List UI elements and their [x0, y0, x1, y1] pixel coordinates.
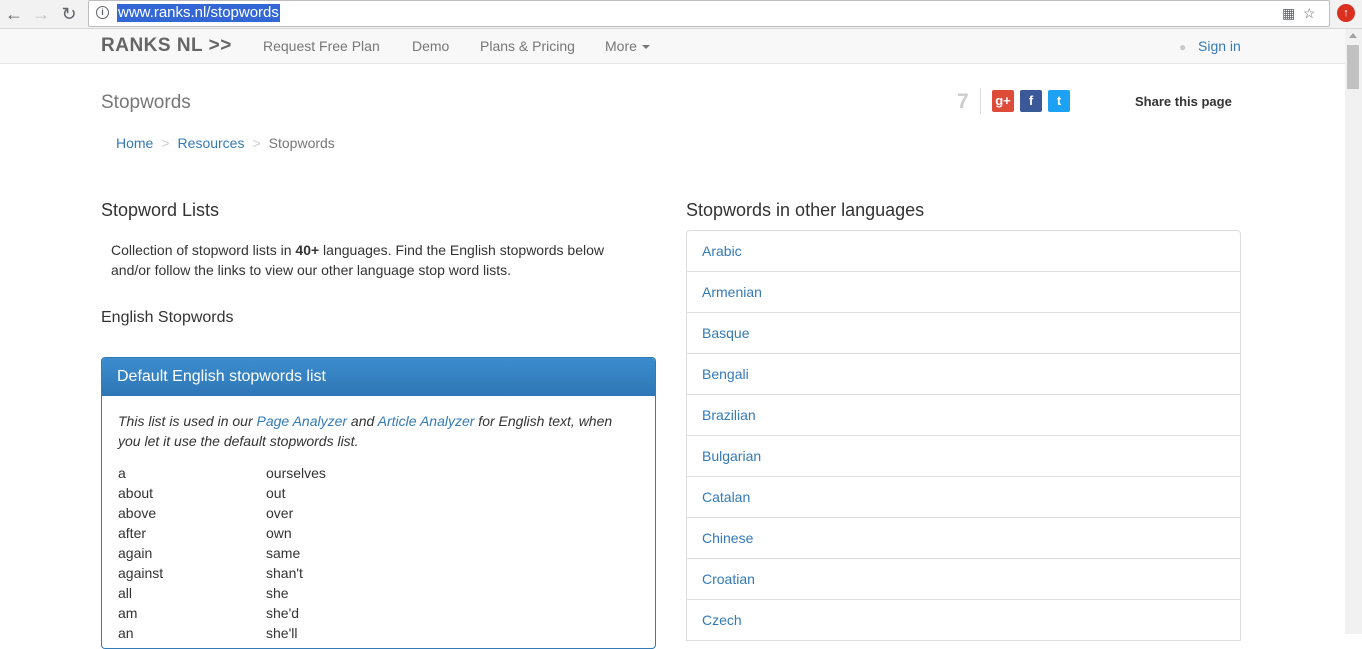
language-link[interactable]: Bengali: [687, 354, 1240, 395]
site-logo[interactable]: RANKS NL >>: [101, 35, 232, 57]
scroll-up-icon[interactable]: [1349, 33, 1357, 38]
language-link[interactable]: Bulgarian: [687, 436, 1240, 477]
breadcrumb-separator: >: [252, 135, 261, 151]
reload-icon[interactable]: ↻: [58, 3, 80, 25]
stopword-item: against: [118, 565, 164, 581]
stopword-lists-heading: Stopword Lists: [101, 200, 220, 220]
language-link[interactable]: Brazilian: [687, 395, 1240, 436]
nav-more-label: More: [605, 38, 637, 54]
stopword-item: out: [266, 485, 286, 501]
stopword-item: after: [118, 525, 147, 541]
panel-note: This list is used in our Page Analyzer a…: [118, 411, 618, 451]
stopwords-column-2: ourselves out over own same shan't she she'd she…: [266, 463, 416, 643]
caret-down-icon: [641, 45, 650, 50]
nav-request-free-plan[interactable]: Request Free Plan: [263, 38, 380, 54]
panel-title: Default English stopwords list: [102, 358, 655, 396]
url-text[interactable]: www.ranks.nl/stopwords: [117, 4, 280, 22]
translate-icon[interactable]: ▦: [1282, 5, 1295, 22]
stopword-item: am: [118, 605, 138, 621]
user-icon: ●: [1179, 40, 1187, 54]
language-link[interactable]: Czech: [687, 600, 1240, 641]
breadcrumb: Home > Resources > Stopwords: [116, 135, 335, 151]
nav-plans-pricing[interactable]: Plans & Pricing: [480, 38, 575, 54]
vertical-scrollbar[interactable]: [1345, 29, 1362, 634]
stopwords-column-1: a about above after again against all am an: [118, 463, 268, 643]
share-count: 7: [957, 90, 969, 113]
intro-language-count: 40+: [295, 242, 320, 258]
intro-text-part: Collection of stopword lists in: [111, 242, 296, 258]
language-list: Arabic Armenian Basque Bengali Brazilian Bulg…: [686, 230, 1241, 641]
stopword-item: ourselves: [266, 465, 326, 481]
share-this-page-label: Share this page: [1135, 94, 1232, 109]
language-link[interactable]: Chinese: [687, 518, 1240, 559]
stopword-item: own: [266, 525, 292, 541]
page-analyzer-link[interactable]: Page Analyzer: [257, 413, 348, 429]
sign-in-link[interactable]: Sign in: [1198, 38, 1241, 54]
stopword-item: an: [118, 625, 134, 641]
info-icon[interactable]: i: [96, 6, 109, 19]
browser-toolbar: ← → ↻ i www.ranks.nl/stopwords ▦ ☆ ↑: [0, 0, 1362, 29]
address-bar[interactable]: i www.ranks.nl/stopwords ▦ ☆: [88, 0, 1330, 27]
extension-icon[interactable]: ↑: [1337, 4, 1355, 22]
note-text: and: [347, 413, 378, 429]
page-title: Stopwords: [101, 92, 191, 113]
stopword-item: shan't: [266, 565, 303, 581]
star-icon[interactable]: ☆: [1303, 5, 1316, 22]
language-link[interactable]: Armenian: [687, 272, 1240, 313]
stopword-item: above: [118, 505, 157, 521]
share-divider: [980, 88, 981, 114]
site-navbar: RANKS NL >> Request Free Plan Demo Plans…: [0, 29, 1345, 64]
facebook-icon[interactable]: f: [1020, 90, 1042, 112]
article-analyzer-link[interactable]: Article Analyzer: [378, 413, 475, 429]
default-english-panel: Default English stopwords list This list…: [101, 357, 656, 649]
english-stopwords-heading: English Stopwords: [101, 309, 234, 326]
nav-demo[interactable]: Demo: [412, 38, 449, 54]
stopword-item: about: [118, 485, 154, 501]
stopword-item: she'll: [266, 625, 298, 641]
language-link[interactable]: Basque: [687, 313, 1240, 354]
stopword-item: same: [266, 545, 301, 561]
intro-text: Collection of stopword lists in 40+ lang…: [111, 240, 641, 280]
stopword-item: again: [118, 545, 153, 561]
back-icon[interactable]: ←: [3, 3, 25, 25]
scroll-thumb[interactable]: [1347, 45, 1359, 89]
note-text: This list is used in our: [118, 413, 257, 429]
breadcrumb-separator: >: [161, 135, 170, 151]
stopword-item: over: [266, 505, 294, 521]
stopword-item: she: [266, 585, 289, 601]
breadcrumb-home[interactable]: Home: [116, 135, 153, 151]
nav-more[interactable]: More: [605, 38, 650, 54]
breadcrumb-resources[interactable]: Resources: [178, 135, 245, 151]
twitter-icon[interactable]: t: [1048, 90, 1070, 112]
other-languages-heading: Stopwords in other languages: [686, 200, 925, 220]
stopword-item: all: [118, 585, 133, 601]
language-link[interactable]: Arabic: [687, 231, 1240, 272]
google-plus-icon[interactable]: g+: [992, 90, 1014, 112]
stopword-item: she'd: [266, 605, 300, 621]
language-link[interactable]: Croatian: [687, 559, 1240, 600]
language-link[interactable]: Catalan: [687, 477, 1240, 518]
forward-icon[interactable]: →: [30, 3, 52, 25]
breadcrumb-current: Stopwords: [268, 135, 335, 151]
stopword-item: a: [118, 465, 126, 481]
